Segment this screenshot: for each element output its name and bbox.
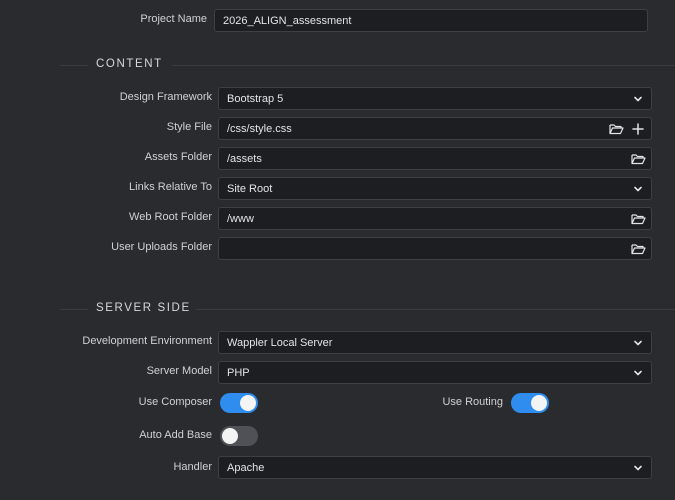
handler-label: Handler (173, 461, 212, 473)
handler-select[interactable]: Apache (218, 456, 652, 479)
design-framework-value: Bootstrap 5 (227, 92, 284, 105)
development-environment-label: Development Environment (82, 335, 212, 347)
server-model-select[interactable]: PHP (218, 361, 652, 384)
project-name-input[interactable]: 2026_ALIGN_assessment (214, 9, 648, 32)
assets-folder-value: /assets (227, 152, 262, 165)
folder-open-icon[interactable] (629, 150, 647, 168)
toggle-knob (531, 395, 547, 411)
plus-icon[interactable] (629, 120, 647, 138)
design-framework-select[interactable]: Bootstrap 5 (218, 87, 652, 110)
section-divider-left (60, 65, 88, 66)
assets-folder-label: Assets Folder (144, 151, 212, 163)
auto-add-base-toggle[interactable] (220, 426, 258, 446)
folder-open-icon[interactable] (607, 120, 625, 138)
toggle-knob (222, 428, 238, 444)
content-section-title: CONTENT (96, 58, 163, 70)
use-composer-label: Use Composer (138, 396, 212, 408)
chevron-down-icon (629, 459, 647, 477)
server-model-value: PHP (227, 366, 250, 379)
links-relative-to-value: Site Root (227, 182, 273, 195)
web-root-folder-label: Web Root Folder (129, 211, 212, 223)
chevron-down-icon (629, 364, 647, 382)
links-relative-to-select[interactable]: Site Root (218, 177, 652, 200)
chevron-down-icon (629, 334, 647, 352)
section-divider-left (60, 309, 88, 310)
user-uploads-folder-label: User Uploads Folder (111, 241, 212, 253)
server-model-label: Server Model (146, 365, 212, 377)
folder-open-icon[interactable] (629, 210, 647, 228)
assets-folder-input[interactable]: /assets (218, 147, 652, 170)
section-divider-right (172, 65, 675, 66)
style-file-value: /css/style.css (227, 122, 292, 135)
use-routing-toggle[interactable] (511, 393, 549, 413)
chevron-down-icon (629, 180, 647, 198)
folder-open-icon[interactable] (629, 240, 647, 258)
chevron-down-icon (629, 90, 647, 108)
handler-value: Apache (227, 461, 265, 474)
web-root-folder-value: /www (227, 212, 254, 225)
links-relative-to-label: Links Relative To (129, 181, 212, 193)
development-environment-value: Wappler Local Server (227, 336, 333, 349)
style-file-label: Style File (166, 121, 212, 133)
use-composer-toggle[interactable] (220, 393, 258, 413)
web-root-folder-input[interactable]: /www (218, 207, 652, 230)
project-name-label: Project Name (140, 13, 207, 25)
design-framework-label: Design Framework (119, 91, 212, 103)
user-uploads-folder-input[interactable] (218, 237, 652, 260)
toggle-knob (240, 395, 256, 411)
project-name-value: 2026_ALIGN_assessment (223, 14, 352, 27)
server-side-section-title: SERVER SIDE (96, 302, 191, 314)
style-file-input[interactable]: /css/style.css (218, 117, 652, 140)
auto-add-base-label: Auto Add Base (139, 429, 212, 441)
use-routing-label: Use Routing (442, 396, 503, 408)
development-environment-select[interactable]: Wappler Local Server (218, 331, 652, 354)
section-divider-right (196, 309, 675, 310)
